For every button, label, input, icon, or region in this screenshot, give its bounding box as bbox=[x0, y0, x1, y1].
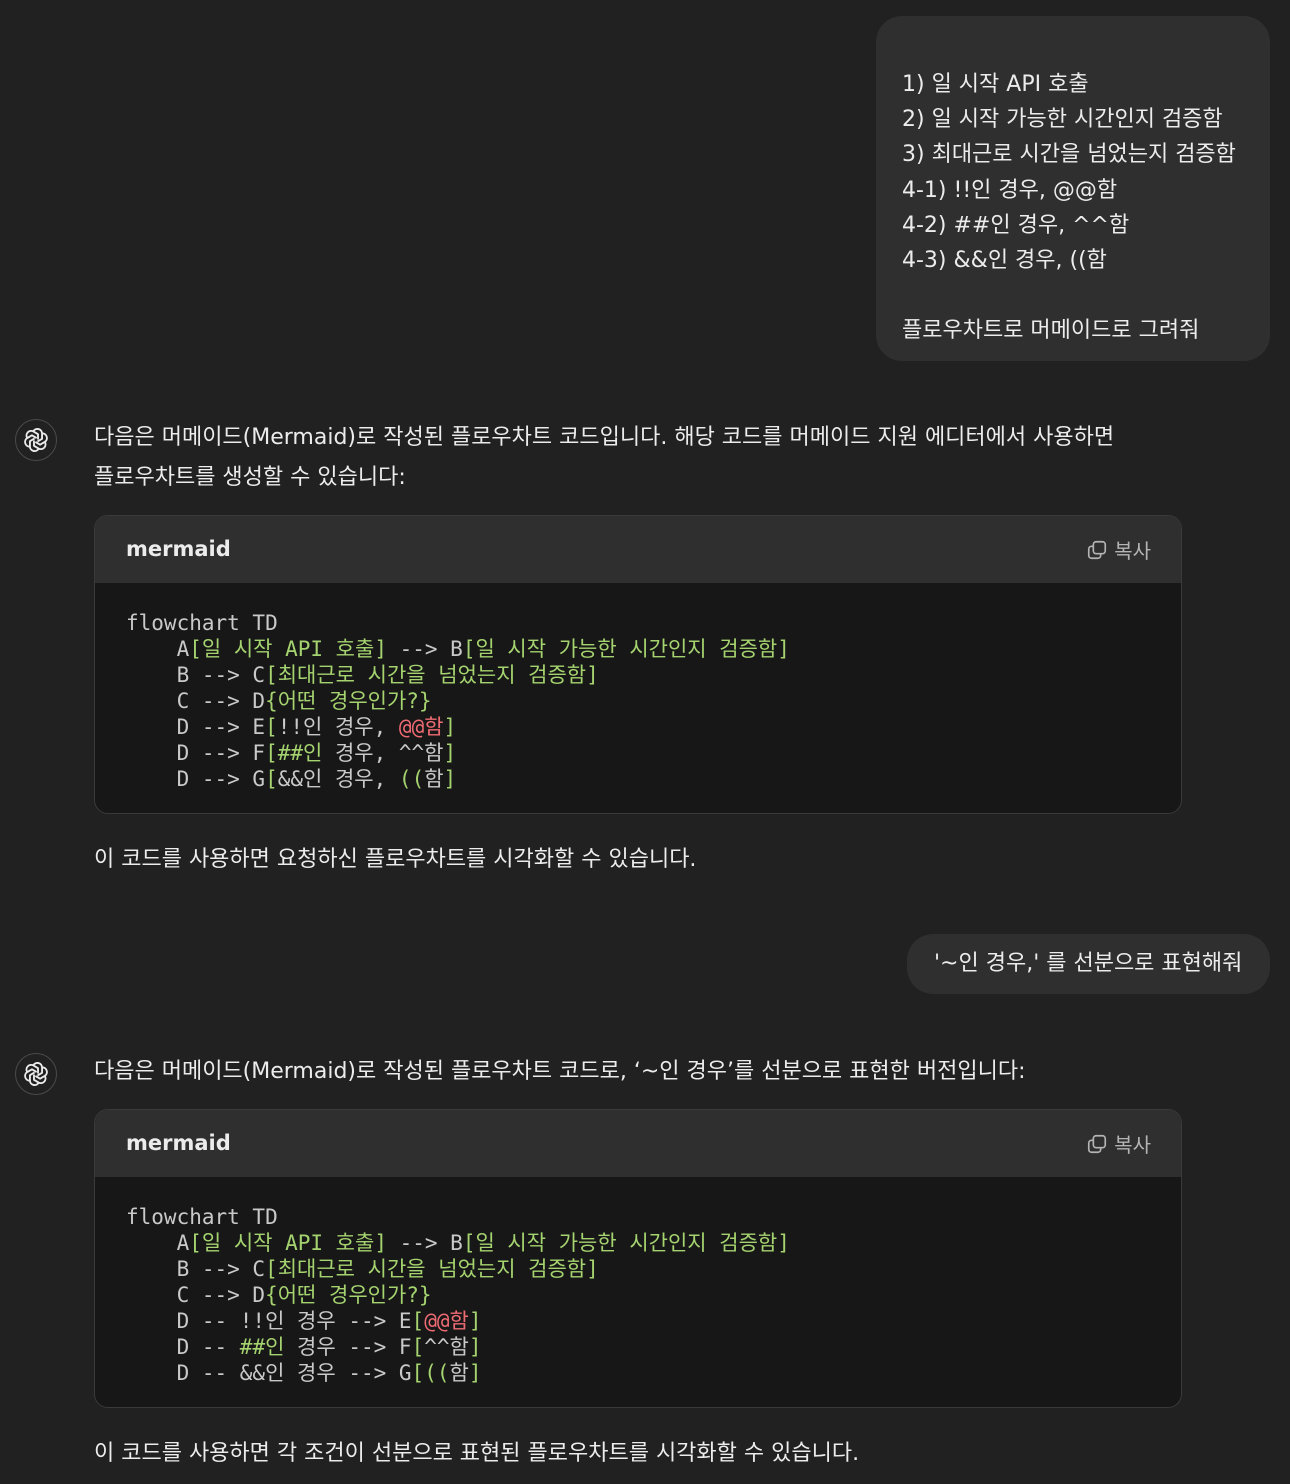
code-block: mermaid 복사 flowchart TD A[일 시작 API 호출] -… bbox=[94, 515, 1182, 814]
user-message-line: 1) 일 시작 API 호출 bbox=[902, 72, 1089, 97]
code-body[interactable]: flowchart TD A[일 시작 API 호출] --> B[일 시작 가… bbox=[126, 1204, 790, 1386]
code-block: mermaid 복사 flowchart TD A[일 시작 API 호출] -… bbox=[94, 1109, 1182, 1408]
code-line: A[일 시작 API 호출] --> B[일 시작 가능한 시간인지 검증함] bbox=[126, 637, 790, 661]
code-line: D --> G[&&인 경우, ((함] bbox=[126, 767, 457, 791]
code-language-label: mermaid bbox=[126, 537, 231, 561]
code-line: A[일 시작 API 호출] --> B[일 시작 가능한 시간인지 검증함] bbox=[126, 1231, 790, 1255]
code-line: C --> D{어떤 경우인가?} bbox=[126, 689, 432, 713]
assistant-text: 다음은 머메이드(Mermaid)로 작성된 플로우차트 코드로, ‘~인 경우… bbox=[94, 1059, 1026, 1084]
code-block-header: mermaid 복사 bbox=[95, 516, 1181, 583]
copy-icon bbox=[1088, 1134, 1107, 1153]
code-line: D -- ##인 경우 --> F[^^함] bbox=[126, 1335, 482, 1359]
assistant-text: 플로우차트를 생성할 수 있습니다: bbox=[94, 465, 406, 490]
code-line: B --> C[최대근로 시간을 넘었는지 검증함] bbox=[126, 1257, 599, 1281]
user-message-line: 플로우차트로 머메이드로 그려줘 bbox=[902, 318, 1200, 344]
assistant-avatar bbox=[15, 419, 57, 461]
user-message-blank-line bbox=[902, 278, 1270, 313]
code-line: D -- &&인 경우 --> G[((함] bbox=[126, 1361, 482, 1385]
user-message-line: 4-3) &&인 경우, ((함 bbox=[902, 247, 1107, 273]
code-language-label: mermaid bbox=[126, 1131, 231, 1155]
copy-code-button[interactable]: 복사 bbox=[1086, 516, 1151, 583]
user-message-bubble: 1) 일 시작 API 호출 2) 일 시작 가능한 시간인지 검증함 3) 최… bbox=[876, 16, 1270, 361]
code-line: flowchart TD bbox=[126, 1205, 278, 1229]
code-body[interactable]: flowchart TD A[일 시작 API 호출] --> B[일 시작 가… bbox=[126, 610, 790, 792]
user-message-line: 4-2) ##인 경우, ^^함 bbox=[902, 212, 1130, 238]
assistant-text: 이 코드를 사용하면 요청하신 플로우차트를 시각화할 수 있습니다. bbox=[94, 847, 697, 872]
code-line: D --> E[!!인 경우, @@함] bbox=[126, 715, 457, 739]
user-message-line: 3) 최대근로 시간을 넘었는지 검증함 bbox=[902, 142, 1236, 168]
code-block-header: mermaid 복사 bbox=[95, 1110, 1181, 1177]
copy-label: 복사 bbox=[1114, 539, 1151, 563]
code-line: D --> F[##인 경우, ^^함] bbox=[126, 741, 457, 765]
copy-label: 복사 bbox=[1114, 1133, 1151, 1157]
code-line: C --> D{어떤 경우인가?} bbox=[126, 1283, 432, 1307]
user-message-line: 4-1) !!인 경우, @@함 bbox=[902, 177, 1118, 203]
openai-logo-icon bbox=[24, 1062, 48, 1086]
copy-code-button[interactable]: 복사 bbox=[1086, 1110, 1151, 1177]
copy-icon bbox=[1088, 540, 1107, 559]
user-message-bubble: '~인 경우,' 를 선분으로 표현해줘 bbox=[907, 934, 1270, 994]
openai-logo-icon bbox=[24, 428, 48, 452]
assistant-text: 다음은 머메이드(Mermaid)로 작성된 플로우차트 코드입니다. 해당 코… bbox=[94, 425, 1115, 450]
assistant-avatar bbox=[15, 1053, 57, 1095]
user-message-line: 2) 일 시작 가능한 시간인지 검증함 bbox=[902, 107, 1223, 133]
code-line: D -- !!인 경우 --> E[@@함] bbox=[126, 1309, 482, 1333]
code-line: B --> C[최대근로 시간을 넘었는지 검증함] bbox=[126, 663, 599, 687]
assistant-text: 이 코드를 사용하면 각 조건이 선분으로 표현된 플로우차트를 시각화할 수 … bbox=[94, 1441, 860, 1466]
code-line: flowchart TD bbox=[126, 611, 278, 635]
